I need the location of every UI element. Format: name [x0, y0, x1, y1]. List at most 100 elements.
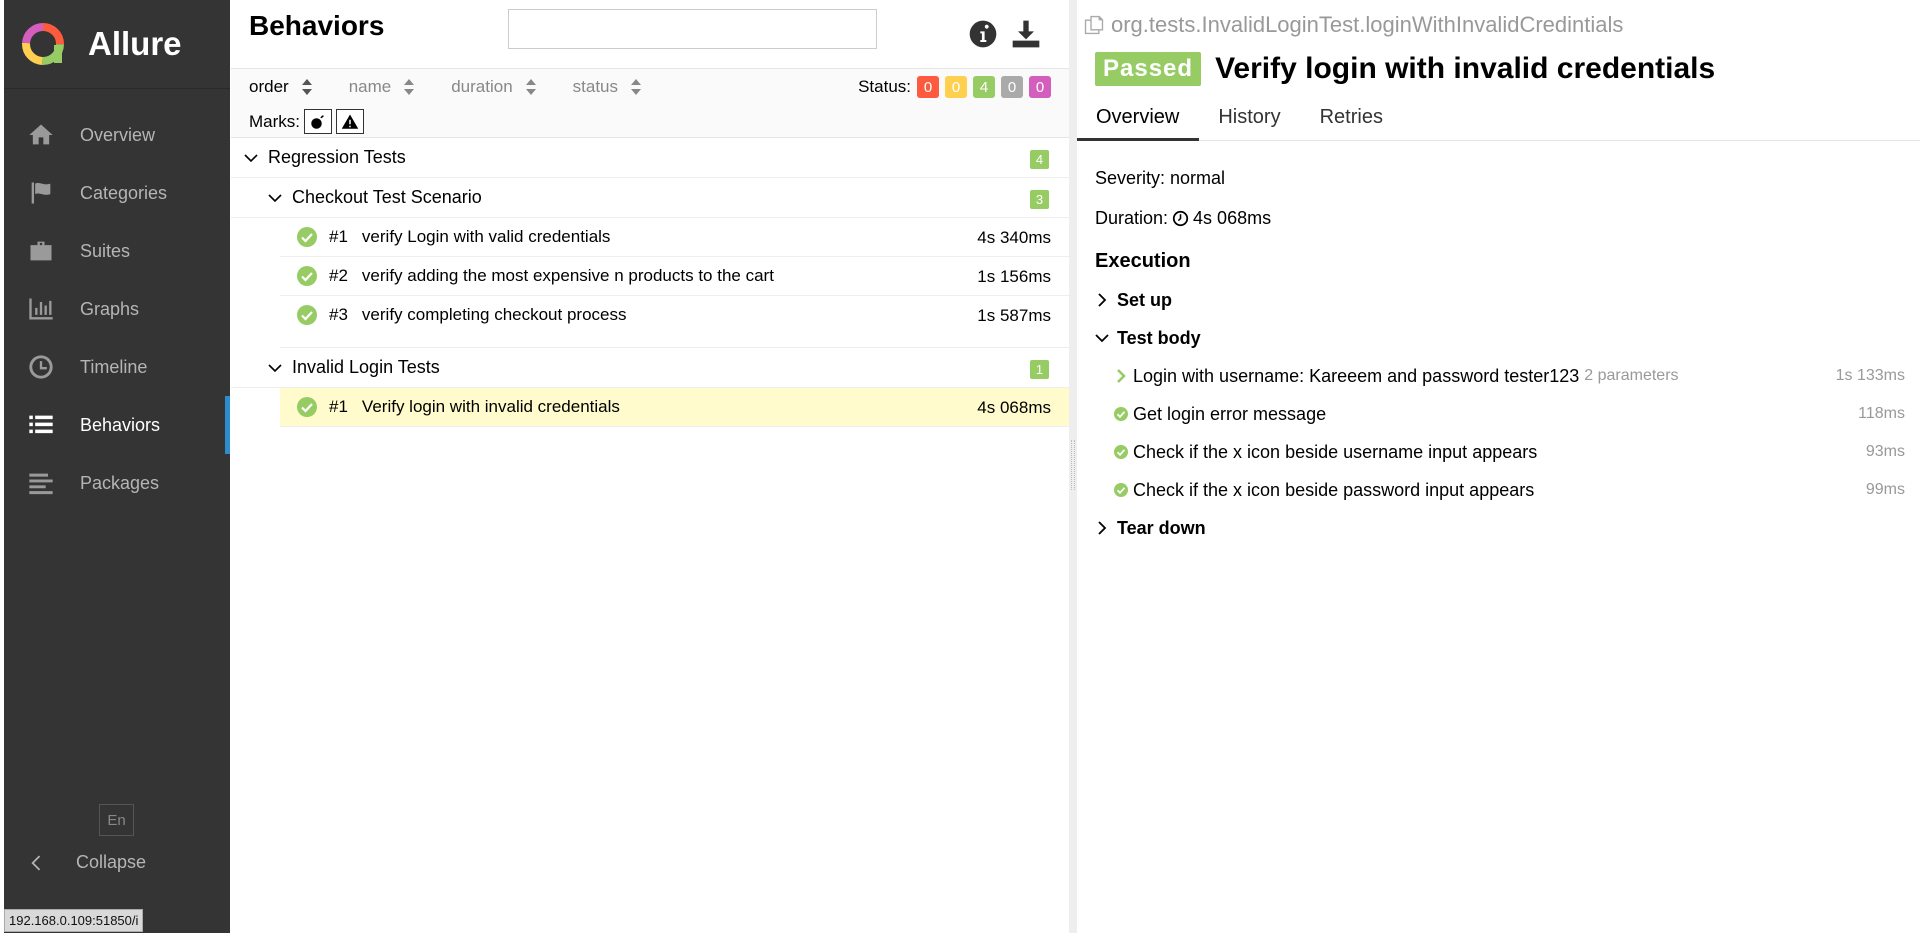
step-row[interactable]: Check if the x icon beside password inpu…	[1095, 471, 1905, 509]
home-icon	[26, 120, 56, 150]
status-failed-badge[interactable]: 0	[917, 76, 939, 98]
test-name: Verify login with invalid credentials	[361, 397, 620, 416]
duration-label: Duration:	[1095, 207, 1169, 228]
group-count-badge: 3	[1030, 190, 1049, 209]
sort-by-duration[interactable]: duration	[451, 77, 536, 97]
stage-label: Test body	[1117, 327, 1201, 348]
chevron-right-icon	[1117, 369, 1126, 383]
sidebar-item-behaviors[interactable]: Behaviors	[4, 396, 230, 454]
status-skipped-badge[interactable]: 0	[1001, 76, 1023, 98]
chevron-right-icon	[1098, 521, 1107, 535]
collapse-label: Collapse	[76, 852, 147, 872]
clock-icon	[26, 352, 56, 382]
passed-check-icon	[1114, 445, 1128, 459]
group-name: Regression Tests	[268, 147, 406, 167]
tree-group-regression-tests[interactable]: Regression Tests 4	[231, 138, 1069, 178]
passed-check-icon	[297, 227, 317, 247]
tab-overview[interactable]: Overview	[1077, 98, 1200, 141]
step-params[interactable]: 2 parameters	[1584, 367, 1678, 385]
step-row[interactable]: Check if the x icon beside username inpu…	[1095, 433, 1905, 471]
sort-by-status[interactable]: status	[573, 77, 642, 97]
passed-check-icon	[297, 266, 317, 286]
step-row[interactable]: Login with username: Kareeem and passwor…	[1095, 357, 1905, 395]
stage-label: Tear down	[1117, 517, 1206, 538]
tab-retries[interactable]: Retries	[1301, 98, 1403, 141]
step-name: Login with username: Kareeem and passwor…	[1133, 365, 1580, 386]
group-name: Checkout Test Scenario	[292, 187, 482, 207]
step-name: Get login error message	[1133, 403, 1327, 424]
status-broken-badge[interactable]: 0	[945, 76, 967, 98]
group-count-badge: 1	[1030, 360, 1049, 379]
test-details-pane: org.tests.InvalidLoginTest.loginWithInva…	[1077, 0, 1920, 933]
chevron-down-icon	[268, 363, 282, 372]
setup-stage[interactable]: Set up	[1095, 281, 1905, 319]
allure-report-app: Allure Overview Categories Suites Graphs	[0, 0, 1920, 937]
chevron-down-icon	[244, 153, 258, 162]
status-passed-badge[interactable]: 4	[973, 76, 995, 98]
pane-splitter[interactable]	[1069, 0, 1077, 933]
collapse-button[interactable]: Collapse	[26, 852, 146, 873]
marks-label: Marks:	[249, 111, 300, 131]
sidebar-item-graphs[interactable]: Graphs	[4, 280, 230, 338]
splitter-grip	[1071, 440, 1075, 490]
chevron-down-icon	[268, 193, 282, 202]
status-badge: Passed	[1095, 52, 1202, 86]
test-duration: 1s 587ms	[977, 306, 1051, 325]
tree-group-invalid-login-tests[interactable]: Invalid Login Tests 1	[231, 348, 1069, 388]
status-unknown-badge[interactable]: 0	[1029, 76, 1051, 98]
flaky-mark-button[interactable]	[304, 109, 332, 134]
test-row[interactable]: #2 verify adding the most expensive n pr…	[280, 257, 1069, 296]
test-number: #1	[329, 227, 348, 246]
bomb-icon	[311, 114, 324, 129]
step-row[interactable]: Get login error message 118ms	[1095, 395, 1905, 433]
info-icon[interactable]	[967, 18, 999, 50]
sidebar-item-overview[interactable]: Overview	[4, 106, 230, 164]
download-icon[interactable]	[1010, 18, 1042, 50]
sidebar-item-label: Suites	[80, 240, 131, 261]
sidebar-item-timeline[interactable]: Timeline	[4, 338, 230, 396]
sidebar-item-suites[interactable]: Suites	[4, 222, 230, 280]
new-failed-mark-button[interactable]	[336, 109, 364, 134]
sidebar-item-packages[interactable]: Packages	[4, 454, 230, 512]
duration-row: Duration: 4s 068ms	[1095, 198, 1905, 238]
list-icon	[26, 410, 56, 440]
step-name: Check if the x icon beside password inpu…	[1133, 479, 1535, 500]
marks-filter: Marks:	[249, 109, 364, 134]
teardown-stage[interactable]: Tear down	[1095, 509, 1905, 547]
step-duration: 99ms	[1865, 481, 1905, 498]
flag-icon	[26, 178, 56, 208]
sidebar: Allure Overview Categories Suites Graphs	[4, 0, 230, 933]
duration-value: 4s 068ms	[1193, 207, 1272, 228]
severity: Severity: normal	[1095, 167, 1226, 188]
test-duration: 1s 156ms	[977, 267, 1051, 286]
sort-icon	[404, 79, 415, 95]
brand[interactable]: Allure	[4, 0, 230, 89]
search-input[interactable]	[508, 9, 877, 49]
test-row[interactable]: #1 verify Login with valid credentials 4…	[280, 218, 1069, 257]
test-body-stage[interactable]: Test body	[1095, 319, 1905, 357]
detail-tabs: Overview History Retries	[1077, 98, 1920, 141]
group-name: Invalid Login Tests	[292, 357, 440, 377]
tree-group-checkout-test-scenario[interactable]: Checkout Test Scenario 3	[231, 178, 1069, 218]
test-title-row: Passed Verify login with invalid credent…	[1095, 52, 1715, 86]
test-name: verify adding the most expensive n produ…	[361, 266, 774, 285]
passed-check-icon	[1114, 483, 1128, 497]
sidebar-item-label: Graphs	[80, 298, 140, 319]
copy-icon	[1084, 15, 1104, 35]
sidebar-item-categories[interactable]: Categories	[4, 164, 230, 222]
tab-history[interactable]: History	[1199, 98, 1300, 141]
test-full-name[interactable]: org.tests.InvalidLoginTest.loginWithInva…	[1083, 12, 1623, 38]
test-row-selected[interactable]: #1 Verify login with invalid credentials…	[280, 388, 1069, 427]
test-number: #1	[329, 397, 348, 416]
passed-check-icon	[1114, 407, 1128, 421]
briefcase-icon	[26, 236, 56, 266]
behaviors-tree: Regression Tests 4 Checkout Test Scenari…	[231, 138, 1069, 427]
sort-by-name[interactable]: name	[349, 77, 416, 97]
step-duration: 118ms	[1858, 405, 1905, 422]
sort-by-order[interactable]: order	[249, 77, 313, 97]
language-button[interactable]: En	[99, 804, 134, 836]
test-row[interactable]: #3 verify completing checkout process 1s…	[280, 296, 1069, 348]
status-bar-url: 192.168.0.109:51850/i	[4, 909, 144, 932]
sort-label: order	[249, 77, 289, 96]
overview-content: Severity: normal Duration: 4s 068ms Exec…	[1095, 158, 1905, 547]
